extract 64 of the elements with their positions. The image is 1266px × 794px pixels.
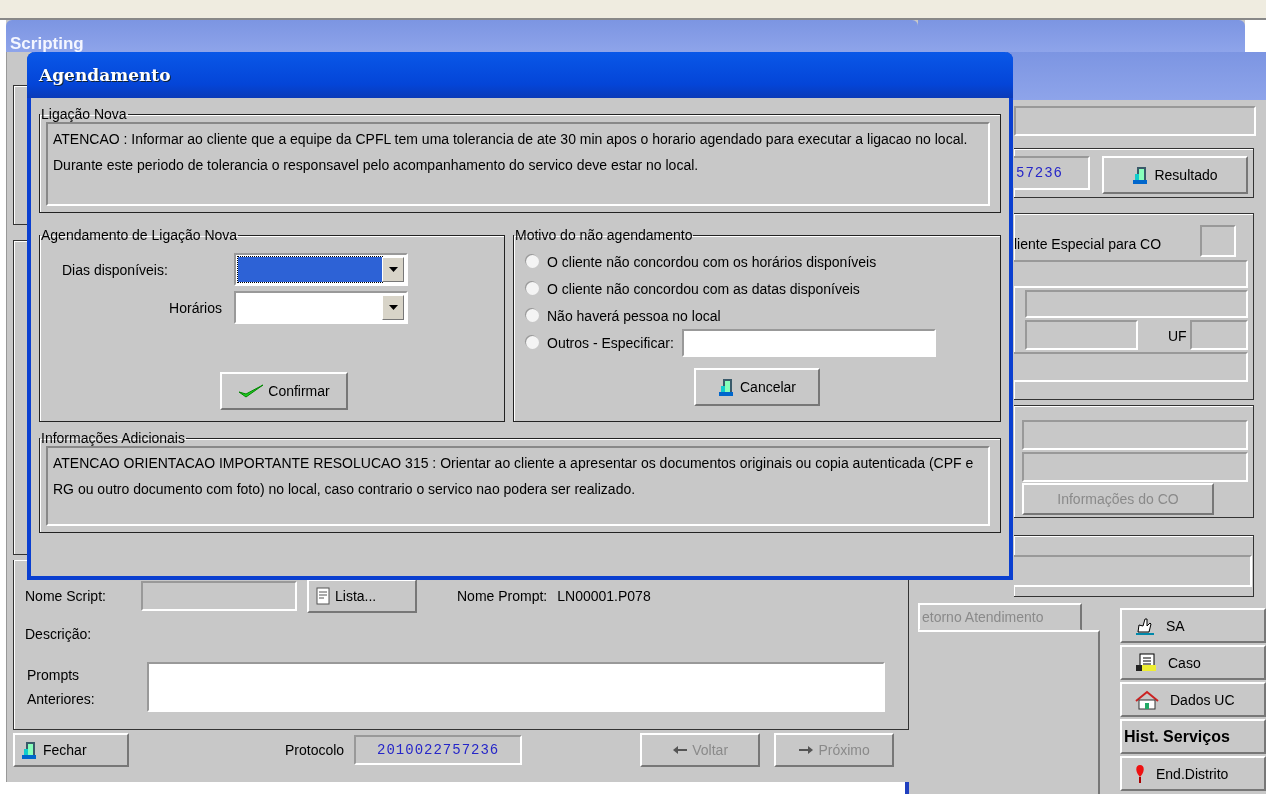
- right-arrow-icon: [798, 745, 815, 755]
- caret-icon: [388, 305, 398, 310]
- option-label: O cliente não concordou com as datas disponíveis: [547, 280, 860, 297]
- text-field[interactable]: [1190, 320, 1248, 350]
- group-title: Motivo do não agendamento: [514, 227, 694, 243]
- cancelar-button[interactable]: Cancelar: [694, 368, 820, 406]
- field-label: Nome Prompt:: [457, 588, 548, 604]
- group-title: Informações Adicionais: [40, 430, 186, 446]
- door-icon: [718, 378, 736, 396]
- fechar-button[interactable]: Fechar: [13, 733, 129, 767]
- field-label: Prompts Anteriores:: [27, 666, 96, 709]
- resultado-button[interactable]: Resultado: [1102, 156, 1248, 194]
- field-label: Horários: [168, 299, 223, 316]
- option-label: O cliente não concordou com os horários disponíveis: [547, 253, 877, 270]
- text-field[interactable]: [1022, 452, 1248, 482]
- caret-icon: [388, 267, 398, 272]
- dialog-title: Agendamento: [39, 65, 171, 85]
- field-label: Nome Script:: [25, 588, 107, 604]
- protocol-field[interactable]: 57236: [1014, 156, 1090, 190]
- checkmark-icon: [238, 383, 265, 399]
- field-label: liente Especial para CO: [1014, 236, 1162, 252]
- text-field[interactable]: [1022, 420, 1248, 450]
- text-field[interactable]: [1014, 352, 1248, 382]
- radio-button[interactable]: [526, 255, 539, 268]
- option-label: Não haverá pessoa no local: [547, 307, 721, 324]
- side-button[interactable]: Caso: [1120, 645, 1266, 680]
- door-icon: [21, 741, 39, 759]
- document-icon: [1134, 652, 1158, 673]
- radio-button[interactable]: [526, 336, 539, 349]
- prompts-field[interactable]: [147, 662, 885, 712]
- field-label: UF: [1168, 328, 1187, 344]
- text-field[interactable]: [1200, 225, 1236, 257]
- prompt-name: LN00001.P078: [557, 588, 651, 604]
- text-field[interactable]: [1014, 555, 1252, 587]
- text-field[interactable]: [1025, 320, 1138, 350]
- text-field[interactable]: [1014, 260, 1248, 288]
- field-label: Protocolo: [285, 742, 345, 758]
- lista-button[interactable]: Lista...: [307, 579, 417, 613]
- field-label: Descrição:: [25, 626, 92, 642]
- side-button[interactable]: Dados UC: [1120, 682, 1266, 717]
- house-icon: [1134, 689, 1160, 710]
- notice-text: ATENCAO ORIENTACAO IMPORTANTE RESOLUCAO 315 : Orientar ao cliente a apresentar os documentos originais ou copia autenticada (CPF e RG ou outro documento com foto) no local, caso contrario o servico nao podera ser realizado.: [46, 446, 990, 526]
- left-arrow-icon: [672, 745, 689, 755]
- text-field[interactable]: [1025, 290, 1248, 318]
- radio-button[interactable]: [526, 282, 539, 295]
- protocol-field[interactable]: 2010022757236: [354, 735, 523, 765]
- field-label: Dias disponíveis:: [62, 261, 169, 278]
- group-title: Ligação Nova: [40, 106, 128, 122]
- dropdown[interactable]: [234, 253, 408, 286]
- text-field[interactable]: [1014, 106, 1256, 136]
- document-icon: [315, 586, 331, 606]
- window-title: Scripting: [10, 35, 84, 52]
- script-name-field[interactable]: [141, 581, 297, 611]
- option-label: Outros - Especificar:: [547, 334, 674, 351]
- side-button[interactable]: Hist. Serviços: [1120, 719, 1266, 754]
- confirmar-button[interactable]: Confirmar: [220, 372, 348, 410]
- group-title: Agendamento de Ligação Nova: [40, 227, 239, 243]
- hand-icon: [1134, 615, 1156, 636]
- notice-text: ATENCAO : Informar ao cliente que a equipe da CPFL tem uma tolerancia de ate 30 min apos o horario agendado para executar a ligacao no local. Durante este periodo de tolerancia o responsavel pelo acompanhamento do servico deve estar no local.: [46, 122, 990, 206]
- radio-button[interactable]: [526, 309, 539, 322]
- pin-icon: [1134, 763, 1146, 784]
- side-button[interactable]: End.Distrito: [1120, 756, 1266, 791]
- specify-field[interactable]: [681, 328, 936, 357]
- side-button[interactable]: SA: [1120, 608, 1266, 643]
